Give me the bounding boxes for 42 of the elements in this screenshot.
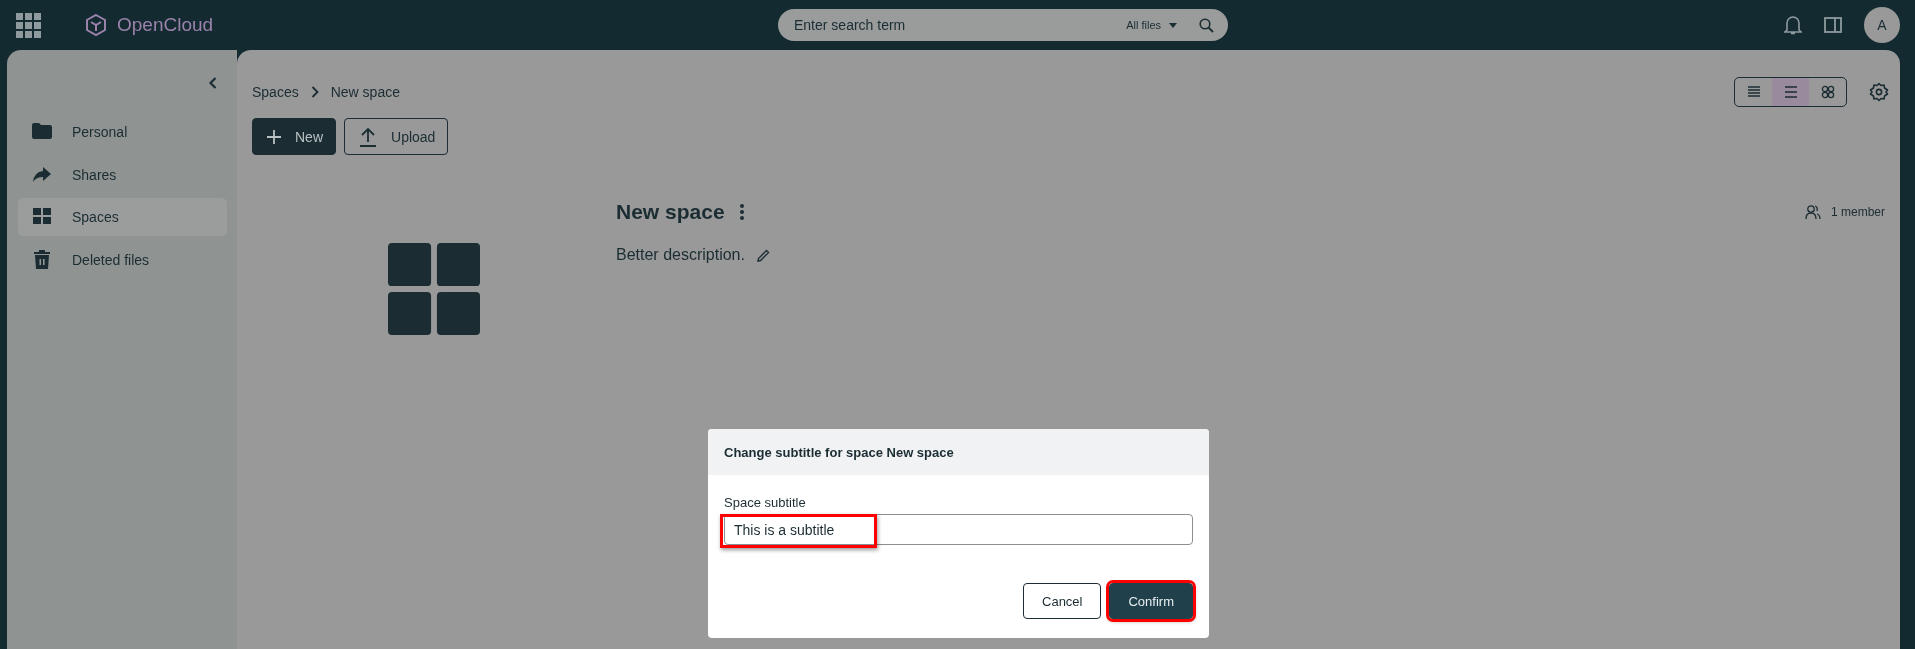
dialog-title: Change subtitle for space New space [708, 429, 1209, 475]
members-icon [1804, 204, 1821, 220]
chevron-right-icon [310, 85, 319, 98]
subtitle-field[interactable]: This is a subtitle [724, 514, 1193, 545]
new-button[interactable]: New [252, 118, 336, 155]
pencil-icon[interactable] [756, 248, 770, 262]
cancel-button[interactable]: Cancel [1023, 583, 1102, 619]
upload-button[interactable]: Upload [344, 118, 449, 155]
kebab-menu-icon[interactable] [738, 203, 745, 221]
view-mode-button[interactable] [1772, 77, 1809, 106]
settings-icon[interactable] [1869, 81, 1889, 102]
caret-icon [1169, 22, 1177, 28]
trash-icon [32, 249, 52, 270]
grid-icon [32, 207, 52, 227]
member-count: 1 member [1830, 205, 1885, 219]
confirm-button[interactable]: Confirm [1109, 583, 1193, 619]
space-title: New space [616, 200, 725, 224]
condensed-list-icon [1745, 83, 1762, 100]
user-avatar[interactable]: A [1864, 7, 1900, 43]
plus-icon [267, 129, 281, 144]
cloud-logo-icon [85, 13, 107, 37]
space-description: Better description. [616, 246, 745, 264]
scope-dropdown[interactable]: All files [1126, 19, 1161, 31]
search-icon[interactable] [1199, 17, 1214, 33]
bell-icon[interactable] [1784, 15, 1802, 35]
breadcrumb-link[interactable]: New space [330, 83, 400, 100]
chevron-left-icon[interactable] [209, 77, 217, 89]
spaces-grid-icon [388, 242, 480, 336]
tiles-icon [1819, 83, 1836, 100]
field-label: Space subtitle [724, 495, 807, 510]
nav-item[interactable]: Personal [18, 113, 227, 151]
app-grid-icon[interactable] [16, 12, 41, 38]
search-field[interactable]: Enter search term All files [778, 9, 1228, 41]
list-icon [1782, 83, 1799, 100]
nav-item[interactable]: Deleted files [18, 240, 227, 279]
nav-item[interactable]: Shares [18, 155, 227, 194]
folder-icon [32, 122, 52, 142]
app-name[interactable]: OpenCloud [117, 14, 214, 36]
upload-icon [359, 126, 377, 147]
nav-item[interactable]: Spaces [18, 198, 227, 236]
side-panel-icon[interactable] [1824, 17, 1842, 33]
breadcrumb-link[interactable]: Spaces [252, 83, 299, 100]
